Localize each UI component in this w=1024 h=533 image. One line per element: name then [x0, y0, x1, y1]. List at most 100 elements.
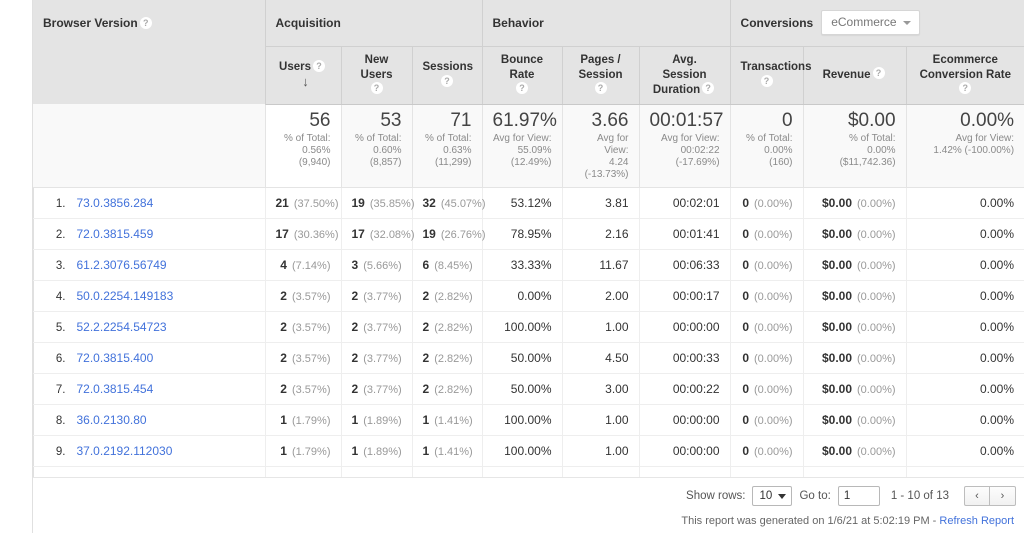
row-bounce-rate-cell: 100.00% — [482, 404, 563, 436]
question-mark-icon[interactable]: ? — [760, 74, 773, 87]
chevron-left-icon[interactable]: ‹ — [964, 486, 990, 506]
summary-avg-session-duration-note2: 00:02:22 — [680, 144, 720, 156]
summary-transactions: 0 % of Total: 0.00% (160) — [730, 104, 804, 188]
row-sessions-value: 2 — [422, 381, 430, 396]
row-avg-session-duration-cell: 00:02:01 — [639, 187, 731, 219]
question-mark-icon[interactable]: ? — [594, 82, 607, 95]
row-users-value: 1 — [280, 443, 287, 458]
metric-header-ecommerce-conversion-rate[interactable]: Ecommerce Conversion Rate? — [906, 46, 1024, 105]
row-transactions-value: 0 — [742, 226, 749, 241]
arrow-down-icon[interactable]: ↓ — [302, 74, 309, 89]
metric-header-avg-session-duration[interactable]: Avg. Session Duration? — [639, 46, 731, 105]
row-users-value: 2 — [280, 350, 287, 365]
pagination-controls: Show rows: 10 Go to: 1 1 - 10 of 13 ‹ › — [33, 486, 1016, 506]
row-browser-version-link[interactable]: 72.0.3815.459 — [77, 227, 154, 241]
question-mark-icon[interactable]: ? — [702, 82, 715, 95]
row-avg-session-duration-cell: 00:00:00 — [639, 311, 731, 343]
summary-sessions: 71 % of Total: 0.63% (11,299) — [412, 104, 483, 188]
row-users-pct: (7.14%) — [291, 259, 331, 272]
question-mark-icon[interactable]: ? — [959, 82, 972, 95]
question-mark-icon[interactable]: ? — [516, 82, 528, 95]
row-transactions-pct: (0.00%) — [754, 197, 793, 210]
row-ecom-value: 0.00% — [980, 319, 1015, 334]
summary-pages-session-note1: Avg for View: — [597, 132, 629, 156]
row-sessions-cell: 6 (8.45%) — [412, 249, 483, 281]
row-users-value: 2 — [280, 288, 287, 303]
question-mark-icon[interactable]: ? — [441, 74, 453, 87]
row-revenue-cell: $0.00 (0.00%) — [803, 218, 907, 250]
summary-pages-session-value: 3.66 — [591, 109, 629, 131]
summary-users-note3: (9,940) — [298, 156, 331, 168]
row-sessions-cell: 32 (45.07%) — [412, 187, 486, 219]
row-browser-version-link[interactable]: 72.0.3815.454 — [77, 382, 154, 396]
report-table-panel: Browser Version? Acquisition Behavior Co… — [0, 0, 1024, 533]
row-new-users-value: 2 — [351, 319, 359, 334]
row-transactions-value: 0 — [742, 443, 749, 458]
row-users-cell: 2 (3.57%) — [265, 373, 342, 405]
question-mark-icon[interactable]: ? — [872, 67, 885, 80]
metric-header-transactions[interactable]: Transactions? — [730, 46, 811, 105]
row-new-users-value: 2 — [351, 350, 359, 365]
conversions-goal-select[interactable]: eCommerce — [821, 10, 920, 36]
row-transactions-pct: (0.00%) — [754, 445, 793, 458]
row-pages-session-cell: 1.00 — [562, 404, 640, 436]
row-transactions-cell: 0 (0.00%) — [730, 435, 804, 467]
row-ecom-value: 0.00% — [980, 443, 1015, 458]
row-new-users-value: 2 — [351, 381, 359, 396]
row-users-cell: 21 (37.50%) — [265, 187, 342, 219]
summary-transactions-note1: % of Total: — [746, 132, 793, 144]
question-mark-icon[interactable]: ? — [312, 59, 325, 72]
summary-pages-session-note2: 4.24 (-13.73%) — [584, 156, 629, 180]
metric-header-revenue[interactable]: Revenue? — [803, 46, 907, 105]
row-ecom-value: 0.00% — [980, 412, 1015, 427]
summary-sessions-value: 71 — [450, 109, 472, 131]
goto-page-input[interactable]: 1 — [837, 486, 880, 506]
goto-page-value: 1 — [843, 490, 851, 502]
row-browser-version-link[interactable]: 73.0.3856.284 — [77, 196, 154, 210]
refresh-report-link[interactable]: Refresh Report — [939, 515, 1014, 527]
row-avg-session-duration-cell: 00:01:41 — [639, 218, 731, 250]
dimension-header-cell[interactable]: Browser Version? — [33, 0, 266, 46]
metric-header-users[interactable]: Users ?↓ — [265, 46, 342, 105]
row-browser-version-link[interactable]: 37.0.2192.112030 — [77, 444, 173, 458]
row-revenue-value: $0.00 — [821, 257, 852, 272]
summary-revenue-note2: 0.00% — [867, 144, 896, 156]
metric-header-bounce-rate[interactable]: Bounce Rate? — [482, 46, 563, 105]
question-mark-icon[interactable]: ? — [370, 82, 383, 95]
question-mark-icon[interactable]: ? — [139, 16, 152, 29]
row-ecommerce-conversion-rate-cell: 0.00% — [906, 435, 1024, 467]
table-row: 3. 61.2.3076.56749 4 (7.14%) 3 (5.66%) 6 (8.45%… — [0, 249, 1024, 281]
metric-label-sessions: Sessions — [422, 61, 474, 73]
dimension-header-spacer — [33, 46, 266, 104]
row-ecommerce-conversion-rate-cell: 0.00% — [906, 342, 1024, 374]
row-browser-version-link[interactable]: 50.0.2254.149183 — [77, 289, 174, 303]
row-bounce-rate-cell: 50.00% — [482, 373, 563, 405]
row-sessions-cell: 2 (2.82%) — [412, 280, 483, 312]
row-browser-version-link[interactable]: 61.2.3076.56749 — [77, 258, 167, 272]
pagination-range-label: 1 - 10 of 13 — [890, 490, 949, 502]
row-revenue-cell: $0.00 (0.00%) — [803, 404, 907, 436]
rows-per-page-select[interactable]: 10 — [752, 486, 793, 506]
group-header-acquisition: Acquisition — [265, 0, 483, 47]
summary-revenue-value: $0.00 — [847, 109, 896, 131]
row-browser-version-link[interactable]: 36.0.2130.80 — [77, 413, 147, 427]
metric-header-new-users[interactable]: New Users? — [341, 46, 413, 105]
metric-header-sessions[interactable]: Sessions? — [412, 46, 483, 105]
row-sessions-value: 6 — [422, 257, 430, 272]
row-transactions-value: 0 — [742, 288, 749, 303]
row-avg-session-duration-value: 00:00:00 — [672, 443, 720, 458]
row-pages-session-cell: 11.67 — [562, 249, 640, 281]
row-revenue-value: $0.00 — [821, 226, 852, 241]
row-revenue-value: $0.00 — [821, 350, 852, 365]
row-dimension-cell: 5. 52.2.2254.54723 — [33, 311, 266, 343]
row-browser-version-link[interactable]: 72.0.3815.400 — [77, 351, 154, 365]
summary-pages-session: 3.66 Avg for View: 4.24 (-13.73%) — [562, 104, 640, 188]
group-header-behavior: Behavior — [482, 0, 731, 47]
metric-label-revenue: Revenue — [822, 68, 871, 81]
summary-revenue-note1: % of Total: — [849, 132, 896, 144]
row-dimension-cell: 2. 72.0.3815.459 — [33, 218, 266, 250]
metric-header-pages-session[interactable]: Pages / Session? — [562, 46, 640, 105]
row-browser-version-link[interactable]: 52.2.2254.54723 — [77, 320, 167, 334]
chevron-right-icon[interactable]: › — [990, 486, 1016, 506]
row-bounce-rate-cell: 100.00% — [482, 311, 563, 343]
